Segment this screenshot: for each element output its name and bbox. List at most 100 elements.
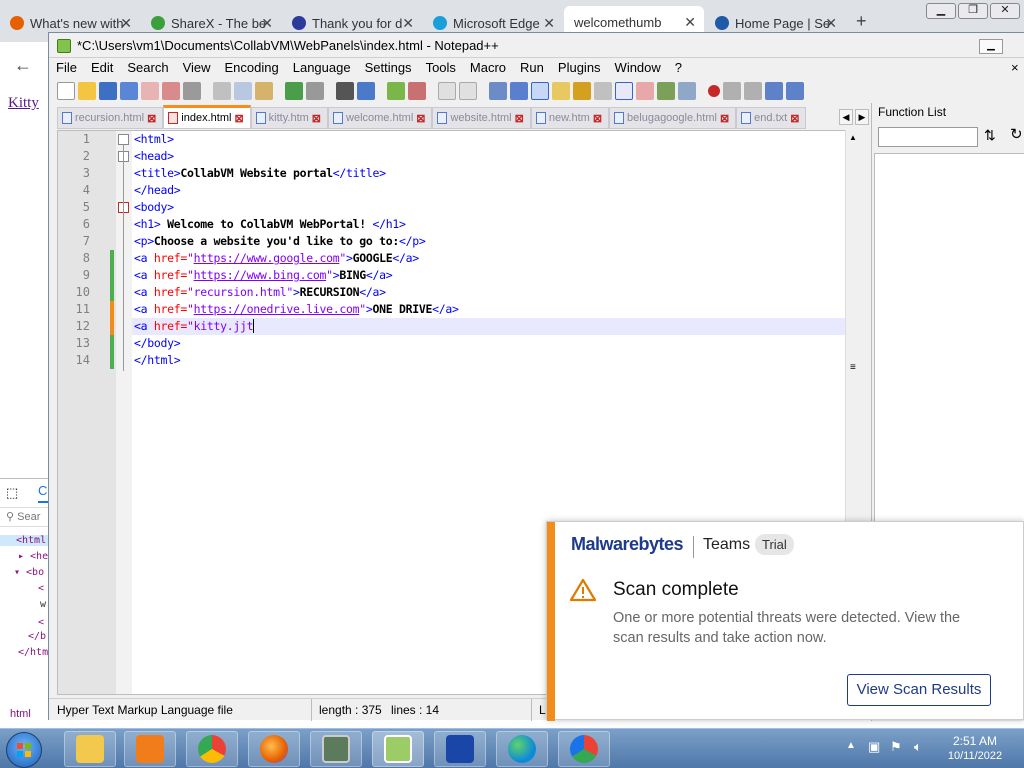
menu-settings[interactable]: Settings <box>358 58 419 78</box>
function-list-icon[interactable] <box>615 81 633 100</box>
menu-search[interactable]: Search <box>120 58 175 78</box>
network-icon[interactable]: ▣ <box>868 739 880 755</box>
inspect-icon[interactable]: ⬚ <box>6 485 24 501</box>
taskbar-notepadpp[interactable] <box>372 731 424 767</box>
sort-icon[interactable]: ⇅ <box>984 127 996 144</box>
folder-workspace-icon[interactable] <box>636 81 654 100</box>
close-icon[interactable]: ✕ <box>120 15 132 32</box>
udl-icon[interactable] <box>552 81 570 100</box>
scroll-thumb-grip[interactable]: ≡ <box>850 362 856 373</box>
file-tab-end[interactable]: end.txt ⊠ <box>736 107 807 129</box>
taskbar-malwarebytes[interactable] <box>434 731 486 767</box>
close-tab-icon[interactable]: ⊠ <box>593 112 602 125</box>
print-icon[interactable] <box>183 81 201 100</box>
indent-guide-icon[interactable] <box>531 81 549 100</box>
file-tab-index[interactable]: index.html ⊠ <box>163 105 251 129</box>
taskbar-firefox[interactable] <box>248 731 300 767</box>
menu-plugins[interactable]: Plugins <box>551 58 608 78</box>
close-icon[interactable]: ✕ <box>543 15 555 32</box>
undo-icon[interactable] <box>285 81 303 100</box>
stop-macro-icon[interactable] <box>723 81 741 100</box>
show-hidden-icons[interactable]: ▲ <box>846 740 856 751</box>
dom-node[interactable]: ▾ <bo <box>14 567 50 578</box>
minimize-button[interactable]: ▁ <box>926 3 956 19</box>
action-center-icon[interactable]: ⚑ <box>890 739 902 755</box>
doc-map-icon[interactable] <box>573 81 591 100</box>
close-all-icon[interactable] <box>162 81 180 100</box>
clock[interactable]: 2:51 AM 10/11/2022 <box>940 734 1010 764</box>
sync-horizontal-icon[interactable] <box>459 81 477 100</box>
record-macro-icon[interactable] <box>708 84 720 97</box>
cut-icon[interactable] <box>213 81 231 100</box>
menu-encoding[interactable]: Encoding <box>218 58 286 78</box>
paste-icon[interactable] <box>255 81 273 100</box>
menu-window[interactable]: Window <box>608 58 668 78</box>
zoom-out-icon[interactable] <box>408 81 426 100</box>
close-button[interactable]: ✕ <box>990 3 1020 19</box>
dom-node[interactable]: <html <box>0 535 50 546</box>
menu-view[interactable]: View <box>176 58 218 78</box>
close-icon[interactable]: ✕ <box>684 14 696 31</box>
close-icon[interactable]: ✕ <box>825 15 837 32</box>
dom-node[interactable]: </b <box>28 631 50 642</box>
function-list-search[interactable] <box>878 127 978 147</box>
replace-icon[interactable] <box>357 81 375 100</box>
fold-toggle-icon[interactable] <box>118 134 129 145</box>
maximize-button[interactable]: ❐ <box>958 3 988 19</box>
menu-help[interactable]: ? <box>668 58 689 78</box>
menu-language[interactable]: Language <box>286 58 358 78</box>
sync-vertical-icon[interactable] <box>438 81 456 100</box>
doc-list-icon[interactable] <box>594 81 612 100</box>
close-tab-icon[interactable]: ⊠ <box>790 112 799 125</box>
dom-node[interactable]: </htm <box>18 647 50 658</box>
reload-icon[interactable]: ↻ <box>1010 125 1023 143</box>
new-tab-icon[interactable]: + <box>856 11 867 32</box>
devtools-breadcrumb[interactable]: html <box>10 708 31 720</box>
taskbar-media-player[interactable] <box>124 731 176 767</box>
eye-icon[interactable] <box>678 81 696 100</box>
file-tab-kitty[interactable]: kitty.htm ⊠ <box>250 107 329 129</box>
menu-edit[interactable]: Edit <box>84 58 120 78</box>
minimize-button[interactable]: ▁ <box>979 39 1003 54</box>
tab-scroll-right-icon[interactable]: ▶ <box>855 109 869 125</box>
save-macro-icon[interactable] <box>786 81 804 100</box>
file-tab-new[interactable]: new.htm ⊠ <box>530 107 610 129</box>
show-all-chars-icon[interactable] <box>510 81 528 100</box>
close-tab-icon[interactable]: ⊠ <box>147 112 156 125</box>
run-macro-multiple-icon[interactable] <box>765 81 783 100</box>
dom-node[interactable]: ▸ <he <box>18 551 50 562</box>
taskbar-task-manager[interactable] <box>310 731 362 767</box>
word-wrap-icon[interactable] <box>489 81 507 100</box>
new-file-icon[interactable] <box>57 81 75 100</box>
redo-icon[interactable] <box>306 81 324 100</box>
kitty-link[interactable]: Kitty <box>8 95 39 112</box>
close-doc-icon[interactable]: × <box>1011 60 1019 75</box>
start-button[interactable] <box>6 732 42 768</box>
save-all-icon[interactable] <box>120 81 138 100</box>
file-tab-website[interactable]: website.html ⊠ <box>432 107 531 129</box>
file-tab-belugagoogle[interactable]: belugagoogle.html ⊠ <box>609 107 737 129</box>
menu-macro[interactable]: Macro <box>463 58 513 78</box>
monitor-icon[interactable] <box>657 81 675 100</box>
taskbar-chrome[interactable] <box>186 731 238 767</box>
close-tab-icon[interactable]: ⊠ <box>720 112 729 125</box>
taskbar-edge[interactable] <box>496 731 548 767</box>
close-file-icon[interactable] <box>141 81 159 100</box>
close-icon[interactable]: ✕ <box>261 15 273 32</box>
file-tab-recursion[interactable]: recursion.html ⊠ <box>57 107 164 129</box>
volume-icon[interactable]: 🔈︎ <box>914 739 922 755</box>
open-folder-icon[interactable] <box>78 81 96 100</box>
close-tab-icon[interactable]: ⊠ <box>416 112 425 125</box>
menu-run[interactable]: Run <box>513 58 551 78</box>
menu-tools[interactable]: Tools <box>419 58 463 78</box>
zoom-in-icon[interactable] <box>387 81 405 100</box>
close-tab-icon[interactable]: ⊠ <box>312 112 321 125</box>
copy-icon[interactable] <box>234 81 252 100</box>
tab-scroll-left-icon[interactable]: ◀ <box>839 109 853 125</box>
close-tab-icon[interactable]: ⊠ <box>515 112 524 125</box>
close-tab-icon[interactable]: ⊠ <box>234 112 243 125</box>
close-icon[interactable]: ✕ <box>402 15 414 32</box>
back-arrow-icon[interactable]: ← <box>14 55 32 76</box>
save-icon[interactable] <box>99 81 117 100</box>
taskbar-explorer[interactable] <box>64 731 116 767</box>
